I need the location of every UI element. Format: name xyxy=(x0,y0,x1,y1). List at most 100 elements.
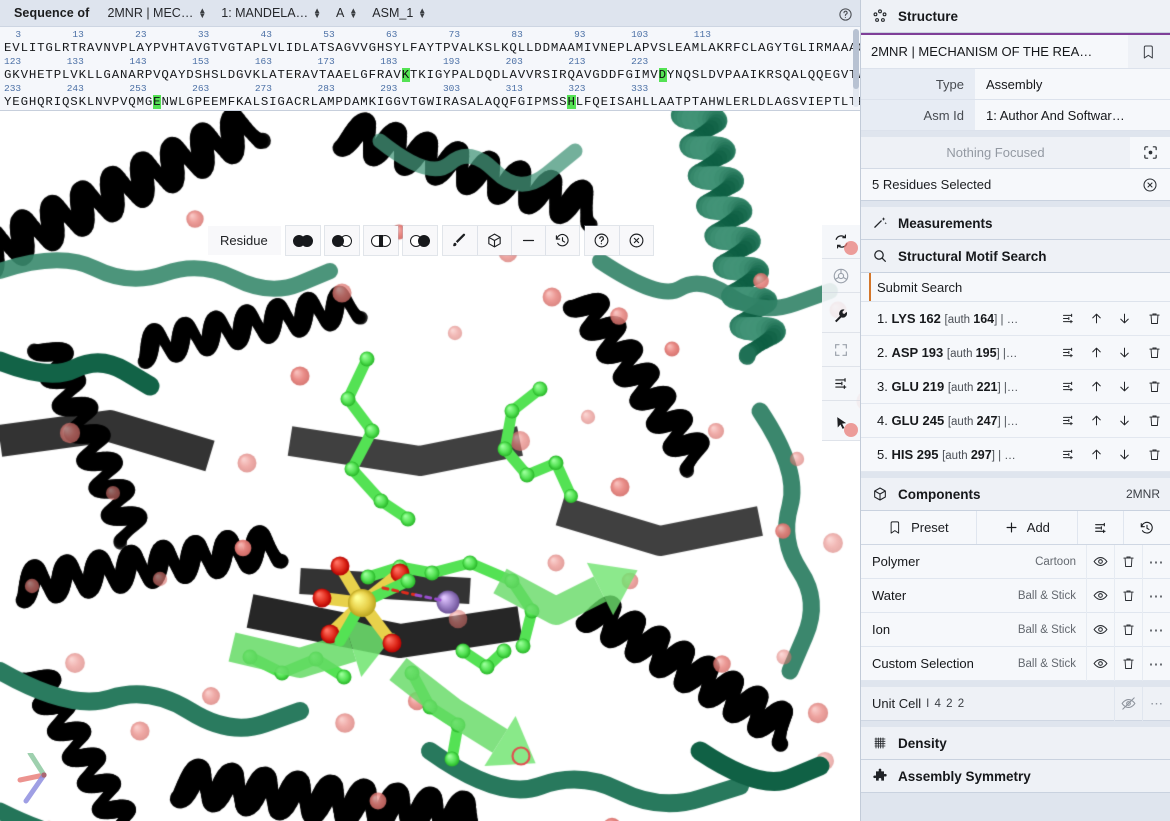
components-section-header[interactable]: Components 2MNR xyxy=(861,478,1170,511)
sequence-chain-select[interactable]: A ▲▼ xyxy=(328,4,364,22)
motif-move-down-button[interactable] xyxy=(1110,336,1138,370)
set-replace-icon[interactable] xyxy=(403,226,437,255)
motif-move-down-button[interactable] xyxy=(1110,404,1138,438)
ellipsis-icon[interactable]: ⋯ xyxy=(1142,613,1170,647)
set-intersect-icon[interactable] xyxy=(364,226,398,255)
symmetry-section-header[interactable]: Assembly Symmetry xyxy=(861,760,1170,793)
sequence-toolbar: Sequence of 2MNR | MEC… ▲▼ 1: MANDELA… ▲… xyxy=(0,0,860,27)
component-options-button[interactable] xyxy=(1078,511,1124,544)
component-row: WaterBall & Stick⋯ xyxy=(861,579,1170,613)
set-subtract-icon[interactable] xyxy=(325,226,359,255)
motif-delete-button[interactable] xyxy=(1138,302,1170,336)
structure-canvas-container[interactable]: Residue xyxy=(0,111,860,821)
structure-section-header[interactable]: Structure xyxy=(861,0,1170,33)
brush-icon[interactable] xyxy=(443,226,477,255)
eye-icon[interactable] xyxy=(1086,613,1114,647)
help-circle-icon[interactable] xyxy=(585,226,619,255)
trash-icon[interactable] xyxy=(1114,613,1142,647)
motif-options-button[interactable] xyxy=(1054,438,1082,472)
ellipsis-icon[interactable]: ⋯ xyxy=(1142,647,1170,681)
component-name[interactable]: Custom Selection xyxy=(861,656,974,671)
motif-move-down-button[interactable] xyxy=(1110,438,1138,472)
eye-off-icon[interactable] xyxy=(1114,687,1142,721)
sliders-icon[interactable] xyxy=(822,367,860,401)
sequence-entity-select[interactable]: 1: MANDELA… ▲▼ xyxy=(213,4,328,22)
motif-options-button[interactable] xyxy=(1054,302,1082,336)
structure-asmid-value[interactable]: 1: Author And Softwar… xyxy=(975,100,1170,130)
motif-move-up-button[interactable] xyxy=(1082,438,1110,472)
motif-options-button[interactable] xyxy=(1054,404,1082,438)
puzzle-icon xyxy=(871,768,888,785)
motif-residue-label[interactable]: 5. HIS 295 [auth 297] | … xyxy=(877,447,1054,462)
motif-residue-label[interactable]: 4. GLU 245 [auth 247] |… xyxy=(877,413,1054,428)
preset-button[interactable]: Preset xyxy=(861,511,977,544)
structure-entry-title[interactable]: 2MNR | MECHANISM OF THE REA… xyxy=(861,44,1128,59)
unit-cell-label[interactable]: Unit Cell xyxy=(861,696,921,711)
motif-move-down-button[interactable] xyxy=(1110,370,1138,404)
sequence-row: 233 243 253 263 273 283 293 303 313 323 … xyxy=(4,83,856,110)
structure-section-title: Structure xyxy=(898,9,958,24)
motif-options-button[interactable] xyxy=(1054,336,1082,370)
trash-icon[interactable] xyxy=(1114,545,1142,579)
eye-icon[interactable] xyxy=(1086,545,1114,579)
motif-residue-label[interactable]: 3. GLU 219 [auth 221] |… xyxy=(877,379,1054,394)
history-icon[interactable] xyxy=(545,226,579,255)
eye-icon[interactable] xyxy=(1086,579,1114,613)
viewport-side-toolbar xyxy=(822,225,860,441)
motif-residue-label[interactable]: 1. LYS 162 [auth 164] | … xyxy=(877,311,1054,326)
motif-move-down-button[interactable] xyxy=(1110,302,1138,336)
molstar-app: Sequence of 2MNR | MEC… ▲▼ 1: MANDELA… ▲… xyxy=(0,0,1170,821)
structure-type-value[interactable]: Assembly xyxy=(975,69,1170,99)
refresh-icon[interactable] xyxy=(822,225,860,259)
motif-move-up-button[interactable] xyxy=(1082,336,1110,370)
motif-delete-button[interactable] xyxy=(1138,370,1170,404)
density-section-header[interactable]: Density xyxy=(861,727,1170,760)
motif-delete-button[interactable] xyxy=(1138,404,1170,438)
submit-search-button[interactable]: Submit Search xyxy=(861,273,1170,302)
component-name[interactable]: Ion xyxy=(861,622,890,637)
sequence-entry-select[interactable]: 2MNR | MEC… ▲▼ xyxy=(99,4,213,22)
granularity-label[interactable]: Residue xyxy=(208,226,281,255)
component-name[interactable]: Water xyxy=(861,588,906,603)
ellipsis-icon[interactable]: ⋯ xyxy=(1142,579,1170,613)
sequence-letters[interactable]: EVLITGLRTRAVNVPLAYPVHTAVGTVGTAPLVLIDLATS… xyxy=(4,40,856,56)
sequence-letters[interactable]: GKVHETPLVKLLGANARPVQAYDSHSLDGVKLATERAVTA… xyxy=(4,67,856,83)
sequence-help-icon[interactable] xyxy=(835,4,855,24)
symmetry-section-title: Assembly Symmetry xyxy=(898,769,1031,784)
camera-icon[interactable] xyxy=(822,259,860,293)
motif-section-header[interactable]: Structural Motif Search xyxy=(861,240,1170,273)
add-component-button[interactable]: Add xyxy=(977,511,1078,544)
focus-target-icon[interactable] xyxy=(1130,137,1170,168)
sequence-scrollbar[interactable] xyxy=(853,29,859,107)
sequence-letters[interactable]: YEGHQRIQSKLNVPVQMGENWLGPEEMFKALSIGACRLAM… xyxy=(4,94,856,110)
selection-tools-group xyxy=(443,226,579,255)
cube-icon[interactable] xyxy=(477,226,511,255)
motif-residue-label[interactable]: 2. ASP 193 [auth 195] |… xyxy=(877,345,1054,360)
sequence-assembly-select[interactable]: ASM_1 ▲▼ xyxy=(364,4,433,22)
trash-icon[interactable] xyxy=(1114,647,1142,681)
fullscreen-icon[interactable] xyxy=(822,333,860,367)
component-representation: Ball & Stick xyxy=(1018,624,1086,636)
sequence-viewer[interactable]: 3 13 23 33 43 53 63 73 83 93 103 113 EVL… xyxy=(0,27,860,111)
minus-icon[interactable] xyxy=(511,226,545,255)
ellipsis-icon[interactable]: ⋯ xyxy=(1142,687,1170,721)
set-union-icon[interactable] xyxy=(286,226,320,255)
close-circle-icon[interactable] xyxy=(619,226,653,255)
component-history-button[interactable] xyxy=(1124,511,1170,544)
component-name[interactable]: Polymer xyxy=(861,554,920,569)
bookmark-icon[interactable] xyxy=(1128,35,1170,68)
measurements-section-header[interactable]: Measurements xyxy=(861,207,1170,240)
motif-move-up-button[interactable] xyxy=(1082,302,1110,336)
clear-selection-icon[interactable] xyxy=(1130,169,1170,200)
cursor-icon[interactable] xyxy=(822,407,860,441)
ellipsis-icon[interactable]: ⋯ xyxy=(1142,545,1170,579)
trash-icon[interactable] xyxy=(1114,579,1142,613)
wrench-icon[interactable] xyxy=(822,299,860,333)
motif-delete-button[interactable] xyxy=(1138,438,1170,472)
motif-move-up-button[interactable] xyxy=(1082,370,1110,404)
motif-move-up-button[interactable] xyxy=(1082,404,1110,438)
eye-icon[interactable] xyxy=(1086,647,1114,681)
structure-3d-canvas[interactable] xyxy=(0,111,860,821)
motif-options-button[interactable] xyxy=(1054,370,1082,404)
motif-delete-button[interactable] xyxy=(1138,336,1170,370)
